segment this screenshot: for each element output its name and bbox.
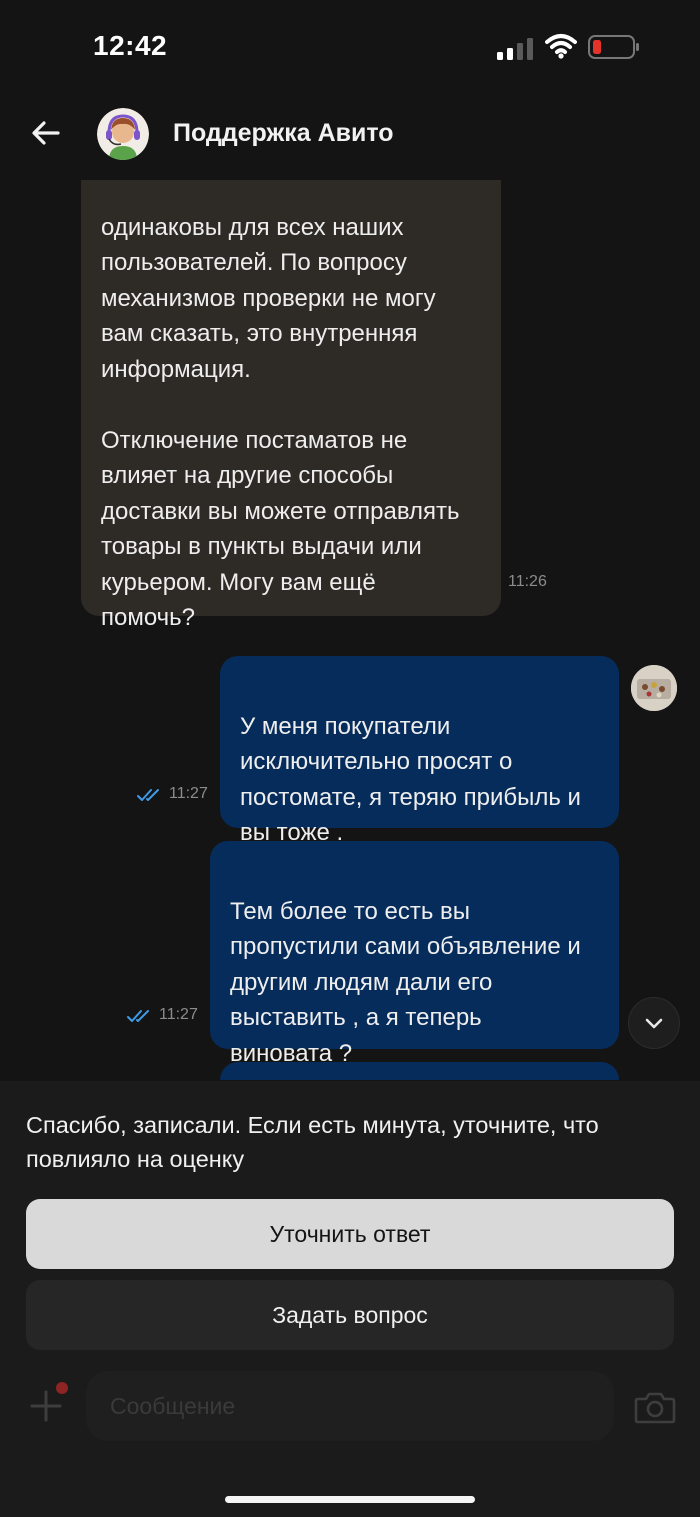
signal-icon — [497, 38, 533, 60]
user-avatar[interactable] — [631, 665, 677, 711]
double-check-icon — [127, 1010, 149, 1022]
battery-icon — [588, 35, 639, 59]
home-indicator — [225, 1496, 475, 1503]
ask-question-button[interactable]: Задать вопрос — [26, 1280, 674, 1350]
chevron-down-icon — [645, 1018, 663, 1029]
back-arrow-icon[interactable] — [28, 115, 64, 151]
outgoing-message[interactable]: Тем более то есть вы пропустили сами объ… — [210, 841, 619, 1067]
rating-panel: Спасибо, записали. Если есть минута, уто… — [0, 1081, 700, 1517]
chat-title: Поддержка Авито — [173, 119, 394, 147]
double-check-icon — [137, 789, 159, 801]
support-avatar[interactable] — [97, 108, 149, 160]
status-time: 12:42 — [93, 30, 168, 61]
scroll-down-button[interactable] — [628, 997, 680, 1049]
outgoing-message[interactable]: У меня покупатели исключительно просят о… — [220, 656, 619, 846]
rating-prompt: Спасибо, записали. Если есть минута, уто… — [26, 1112, 599, 1172]
message-text: Тем более то есть вы пропустили сами объ… — [230, 897, 581, 1067]
message-input[interactable] — [86, 1371, 614, 1441]
plus-icon[interactable] — [29, 1389, 63, 1423]
incoming-message[interactable]: одинаковы для всех наших пользователей. … — [81, 180, 501, 631]
user-avatar-image — [631, 665, 677, 711]
message-time: 11:27 — [169, 785, 208, 802]
message-list[interactable]: одинаковы для всех наших пользователей. … — [0, 180, 700, 1080]
message-composer — [0, 1371, 700, 1451]
wifi-icon — [545, 34, 577, 59]
message-time: 11:27 — [159, 1006, 198, 1023]
chat-header: Поддержка Авито — [0, 95, 700, 180]
message-time: 11:26 — [508, 573, 547, 590]
status-bar: 12:42 — [0, 0, 700, 95]
outgoing-message[interactable] — [220, 1062, 619, 1080]
notification-dot — [56, 1382, 68, 1394]
camera-icon[interactable] — [634, 1390, 676, 1424]
clarify-answer-button[interactable]: Уточнить ответ — [26, 1199, 674, 1269]
message-text: одинаковы для всех наших пользователей. … — [101, 213, 460, 632]
message-text: У меня покупатели исключительно просят о… — [240, 712, 581, 847]
